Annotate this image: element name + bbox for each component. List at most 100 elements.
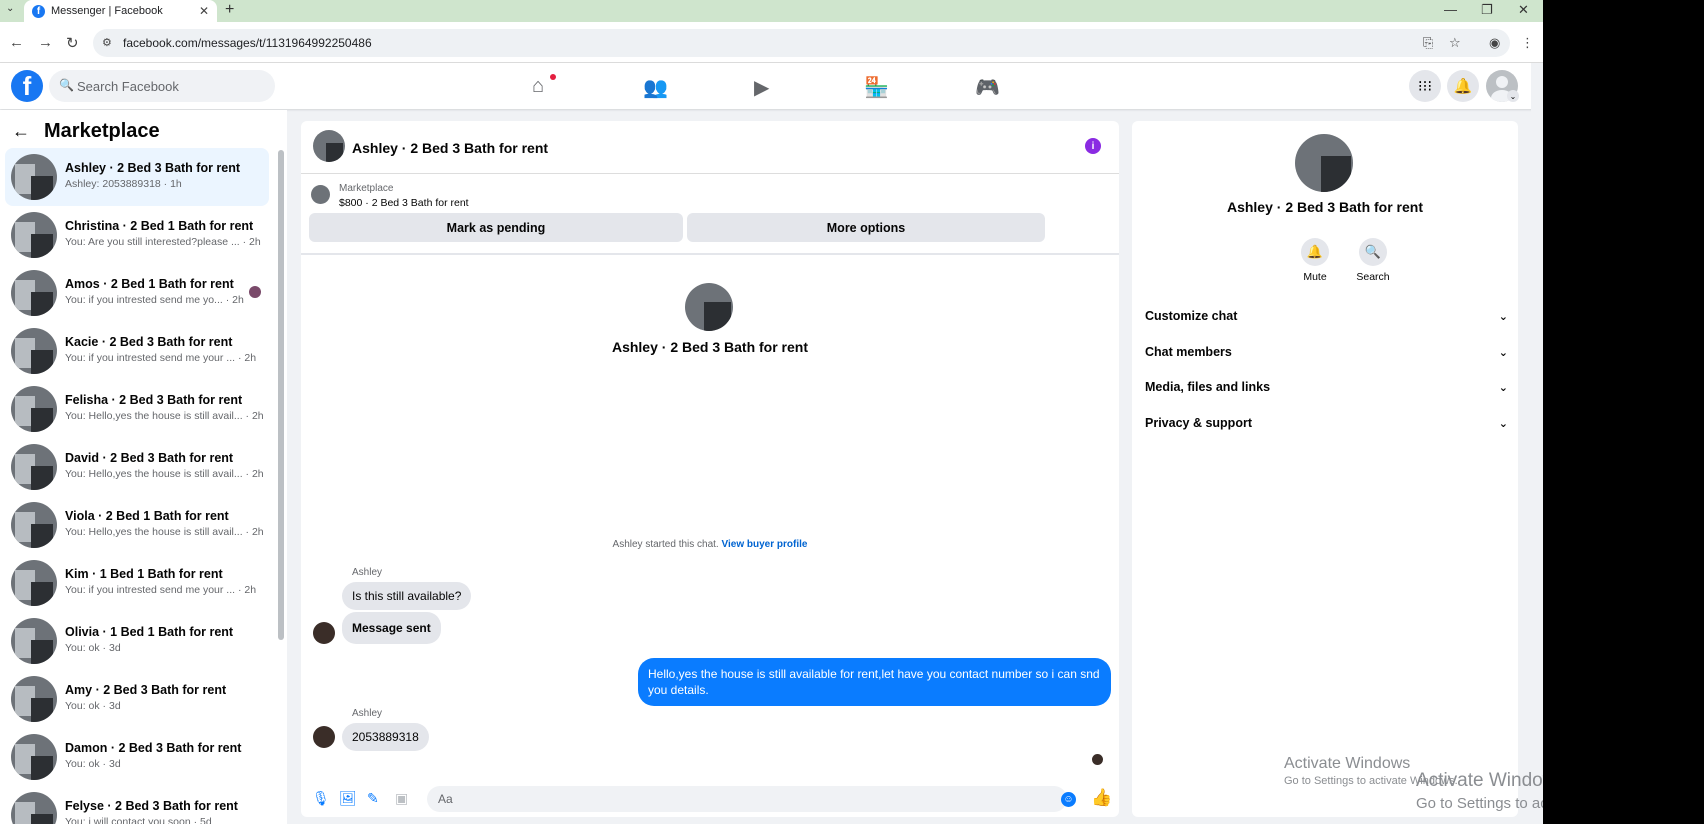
menu-grid-icon[interactable]: ⁝⁝⁝ (1409, 70, 1441, 102)
avatar (11, 560, 57, 606)
conversation-item[interactable]: Christina · 2 Bed 1 Bath for rent You: Ar… (5, 206, 269, 264)
chat-members-section[interactable]: Chat members ⌄ (1145, 337, 1508, 367)
mark-as-pending-button[interactable]: Mark as pending (309, 213, 683, 242)
friends-icon[interactable]: 👥 (643, 75, 668, 100)
conversation-preview: You: ok · 3d (65, 642, 121, 654)
site-settings-icon[interactable]: ⚙ (102, 36, 112, 49)
url-field[interactable]: ⚙ facebook.com/messages/t/11319649922504… (93, 29, 1510, 57)
avatar (11, 212, 57, 258)
close-tab-icon[interactable]: ✕ (199, 4, 209, 18)
restore-icon[interactable]: ❐ (1481, 2, 1493, 18)
message-composer: 🎙 🖼 ✎ ▣ Aa ☺ 👍 (301, 778, 1119, 817)
bookmark-star-icon[interactable]: ☆ (1449, 35, 1461, 51)
avatar (11, 444, 57, 490)
search-input[interactable]: 🔍 Search Facebook (49, 70, 275, 102)
sender-avatar[interactable] (313, 726, 335, 748)
incoming-message[interactable]: 2053889318 (342, 723, 429, 751)
sender-name: Ashley (352, 567, 383, 578)
more-options-button[interactable]: More options (687, 213, 1045, 242)
conversation-item[interactable]: David · 2 Bed 3 Bath for rent You: Hello,… (5, 438, 269, 496)
address-bar: ← → ↻ ⚙ facebook.com/messages/t/11319649… (0, 22, 1543, 63)
listing-thumbnail[interactable] (311, 185, 330, 204)
chevron-down-icon: ⌄ (1498, 346, 1508, 359)
privacy-support-section[interactable]: Privacy & support ⌄ (1145, 408, 1508, 438)
notifications-icon[interactable]: 🔔 (1447, 70, 1479, 102)
close-window-icon[interactable]: ✕ (1518, 2, 1529, 18)
home-icon[interactable]: ⌂ (532, 75, 544, 98)
message-placeholder: Aa (438, 792, 453, 806)
listing-price[interactable]: $800 · 2 Bed 3 Bath for rent (339, 197, 469, 209)
activate-windows-subtitle: Go to Settings to activate Windows. (1416, 795, 1543, 812)
conversation-preview: You: Are you still interested?please ...… (65, 236, 261, 248)
sidebar-header: ← Marketplace (12, 120, 160, 143)
conversation-item[interactable]: Olivia · 1 Bed 1 Bath for rent You: ok · … (5, 612, 269, 670)
facebook-logo-icon[interactable]: f (11, 70, 43, 102)
browser-tab-bar: ⌄ f Messenger | Facebook ✕ + — ❐ ✕ (0, 0, 1543, 22)
seen-avatar (249, 286, 261, 298)
conversation-item[interactable]: Kim · 1 Bed 1 Bath for rent You: if you i… (5, 554, 269, 612)
avatar (11, 270, 57, 316)
sender-avatar[interactable] (313, 622, 335, 644)
info-icon[interactable]: i (1085, 138, 1101, 154)
gif-icon[interactable]: ▣ (395, 790, 408, 807)
install-app-icon[interactable]: ⎘ (1423, 35, 1433, 51)
incoming-message[interactable]: Is this still available? (342, 582, 472, 610)
gaming-icon[interactable]: 🎮 (975, 75, 1000, 100)
activate-windows-title: Activate Windows (1284, 755, 1411, 772)
search-icon: 🔍 (1359, 238, 1387, 266)
sticker-icon[interactable]: ✎ (367, 790, 379, 807)
message-input[interactable]: Aa (427, 786, 1067, 812)
conversation-name: Kacie · 2 Bed 3 Bath for rent (65, 335, 233, 349)
outgoing-message[interactable]: Hello,yes the house is still available f… (638, 658, 1111, 706)
chevron-down-icon[interactable]: ⌄ (1507, 90, 1519, 102)
conversation-preview: Ashley: 2053889318 · 1h (65, 178, 182, 190)
conversation-name: Ashley · 2 Bed 3 Bath for rent (65, 161, 241, 175)
microphone-icon[interactable]: 🎙 (312, 790, 330, 807)
conversation-name: Olivia · 1 Bed 1 Bath for rent (65, 625, 234, 639)
view-buyer-profile-link[interactable]: View buyer profile (722, 539, 808, 550)
conversation-preview: You: Hello,yes the house is still avail.… (65, 410, 264, 422)
search-placeholder: Search Facebook (77, 78, 179, 94)
video-icon[interactable]: ▶ (754, 75, 769, 100)
search-in-chat-button[interactable]: 🔍 Search (1353, 238, 1393, 283)
page-scrollbar[interactable] (1531, 63, 1543, 824)
media-files-links-section[interactable]: Media, files and links ⌄ (1145, 372, 1508, 402)
marketplace-icon[interactable]: 🏪 (864, 75, 889, 100)
back-arrow-icon[interactable]: ← (12, 121, 30, 142)
conversation-item[interactable]: Felisha · 2 Bed 3 Bath for rent You: Hell… (5, 380, 269, 438)
avatar[interactable] (313, 130, 345, 162)
listing-banner: Marketplace $800 · 2 Bed 3 Bath for rent… (301, 175, 1119, 255)
emoji-icon[interactable]: ☺ (1061, 792, 1076, 807)
conversation-item[interactable]: Amos · 2 Bed 1 Bath for rent You: if you … (5, 264, 269, 322)
tab-search-icon[interactable]: ⌄ (6, 3, 14, 14)
conversation-name: David · 2 Bed 3 Bath for rent (65, 451, 234, 465)
conversation-item[interactable]: Felyse · 2 Bed 3 Bath for rent You: i wil… (5, 786, 269, 824)
back-icon[interactable]: ← (9, 34, 24, 51)
conversation-item[interactable]: Amy · 2 Bed 3 Bath for rent You: ok · 3d (5, 670, 269, 728)
browser-tab[interactable]: f Messenger | Facebook ✕ (24, 0, 217, 22)
minimize-icon[interactable]: — (1444, 2, 1457, 17)
new-tab-icon[interactable]: + (225, 1, 234, 19)
forward-icon[interactable]: → (38, 34, 53, 51)
sender-name: Ashley (352, 708, 383, 719)
reload-icon[interactable]: ↻ (66, 34, 79, 52)
mute-button[interactable]: 🔔 Mute (1295, 238, 1335, 283)
customize-chat-section[interactable]: Customize chat ⌄ (1145, 301, 1508, 331)
conversation-name: Christina · 2 Bed 1 Bath for rent (65, 219, 254, 233)
avatar[interactable] (1295, 134, 1353, 192)
profile-icon[interactable]: ◉ (1489, 35, 1500, 51)
conversation-item[interactable]: Kacie · 2 Bed 3 Bath for rent You: if you… (5, 322, 269, 380)
incoming-message[interactable]: Message sent (342, 612, 441, 644)
conversation-item[interactable]: Damon · 2 Bed 3 Bath for rent You: ok · 3… (5, 728, 269, 786)
conversation-item[interactable]: Ashley · 2 Bed 3 Bath for rent Ashley: 20… (5, 148, 269, 206)
browser-menu-icon[interactable]: ⋮ (1521, 35, 1534, 51)
like-thumb-icon[interactable]: 👍 (1091, 788, 1112, 808)
conversation-item[interactable]: Viola · 2 Bed 1 Bath for rent You: Hello,… (5, 496, 269, 554)
conversation-preview: You: i will contact you soon · 5d (65, 816, 212, 824)
facebook-favicon-icon: f (32, 4, 45, 18)
conversation-name: Damon · 2 Bed 3 Bath for rent (65, 741, 242, 755)
scrollbar[interactable] (278, 150, 284, 640)
photo-icon[interactable]: 🖼 (339, 790, 357, 807)
avatar (11, 502, 57, 548)
chat-title[interactable]: Ashley · 2 Bed 3 Bath for rent (352, 140, 548, 156)
